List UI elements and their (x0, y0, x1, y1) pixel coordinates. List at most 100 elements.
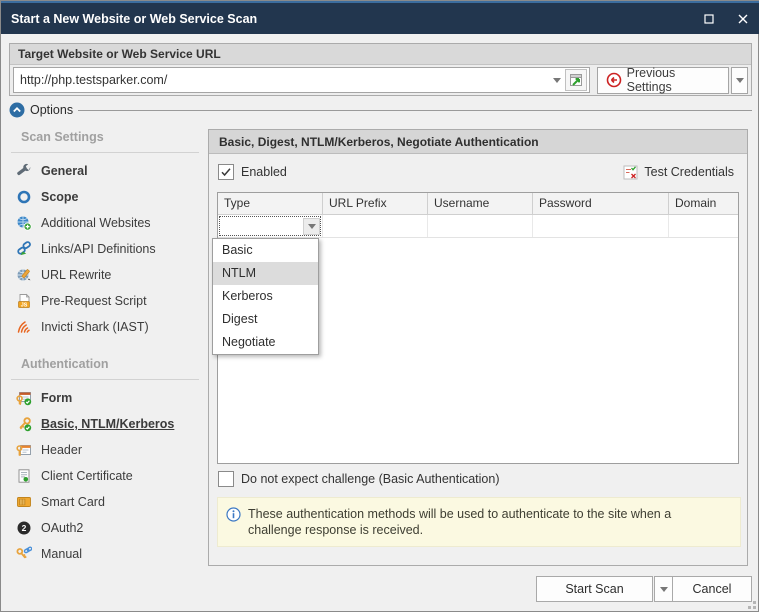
start-scan-dropdown-button[interactable] (654, 576, 673, 602)
form-key-check-icon (16, 392, 32, 406)
sidebar-item-label: URL Rewrite (41, 268, 112, 282)
column-header-password[interactable]: Password (533, 193, 669, 214)
svg-text:2: 2 (22, 523, 27, 533)
type-cell[interactable] (218, 215, 323, 237)
sidebar-item-label: Links/API Definitions (41, 242, 156, 256)
sidebar: Scan Settings General Scope Additional W… (9, 121, 201, 567)
url-prefix-cell[interactable] (323, 215, 428, 237)
sidebar-item-manual[interactable]: Manual (9, 541, 201, 567)
globe-plus-icon (17, 216, 32, 231)
close-button[interactable] (726, 3, 759, 34)
options-row: Options (9, 101, 752, 119)
target-url-input[interactable] (14, 68, 549, 92)
options-label[interactable]: Options (30, 103, 73, 117)
globe-pencil-icon (17, 269, 31, 281)
auth-panel: Basic, Digest, NTLM/Kerberos, Negotiate … (208, 129, 748, 566)
sidebar-item-label: Smart Card (41, 495, 105, 509)
chevron-down-icon (307, 223, 316, 229)
type-combobox[interactable] (218, 215, 322, 237)
key-window-icon (16, 445, 31, 456)
type-combobox-drop-button[interactable] (303, 217, 320, 235)
sidebar-item-form[interactable]: Form (9, 385, 201, 411)
test-credentials-label: Test Credentials (644, 165, 734, 179)
svg-text:JS: JS (21, 302, 28, 308)
enabled-checkbox[interactable] (218, 164, 234, 180)
sidebar-item-label: Client Certificate (41, 469, 133, 483)
titlebar: Start a New Website or Web Service Scan (1, 1, 759, 34)
sidebar-item-label: Form (41, 391, 73, 405)
type-dropdown-popup: Basic NTLM Kerberos Digest Negotiate (212, 238, 319, 355)
cancel-button[interactable]: Cancel (672, 576, 752, 602)
table-header-row: Type URL Prefix Username Password Domain (218, 193, 738, 215)
script-js-icon: JS (18, 293, 30, 308)
sidebar-item-invicti-shark[interactable]: Invicti Shark (IAST) (9, 314, 201, 340)
sidebar-item-oauth2[interactable]: 2 OAuth2 (9, 515, 201, 541)
test-credentials-button[interactable]: Test Credentials (619, 162, 738, 183)
resize-grip[interactable] (746, 599, 756, 609)
previous-settings-button[interactable]: Previous Settings (596, 66, 730, 94)
sidebar-item-header[interactable]: Header (9, 437, 201, 463)
authentication-header: Authentication (21, 357, 109, 371)
username-cell[interactable] (428, 215, 533, 237)
chevron-up-circle-icon[interactable] (9, 102, 25, 118)
password-cell[interactable] (533, 215, 669, 237)
sidebar-item-basic-ntlm-kerberos[interactable]: Basic, NTLM/Kerberos (9, 411, 201, 437)
info-box: These authentication methods will be use… (217, 497, 741, 547)
dropdown-option-kerberos[interactable]: Kerberos (213, 285, 318, 308)
challenge-checkbox[interactable] (218, 471, 234, 487)
scan-dialog: { "window": { "title": "Start a New Webs… (0, 0, 759, 612)
challenge-checkbox-label: Do not expect challenge (Basic Authentic… (241, 472, 500, 486)
column-header-domain[interactable]: Domain (669, 193, 738, 214)
sidebar-item-smart-card[interactable]: Smart Card (9, 489, 201, 515)
domain-cell[interactable] (669, 215, 738, 237)
enabled-row: Enabled Test Credentials (209, 155, 747, 189)
dropdown-option-negotiate[interactable]: Negotiate (213, 331, 318, 354)
checklist-check-x-icon (623, 165, 638, 179)
target-url-group: Target Website or Web Service URL Previo… (9, 43, 752, 96)
open-in-browser-button[interactable] (564, 69, 587, 91)
column-header-type[interactable]: Type (218, 193, 323, 214)
chevron-down-icon (659, 586, 668, 592)
sidebar-item-label: Scope (41, 190, 79, 204)
previous-settings-dropdown[interactable] (731, 66, 748, 94)
sidebar-item-general[interactable]: General (9, 158, 201, 184)
column-header-url-prefix[interactable]: URL Prefix (323, 193, 428, 214)
sidebar-item-pre-request-script[interactable]: JS Pre-Request Script (9, 288, 201, 314)
link-arrow-icon (17, 241, 31, 256)
target-url-row: Previous Settings (10, 65, 751, 95)
target-url-input-wrap (13, 67, 590, 93)
window-title: Start a New Website or Web Service Scan (11, 11, 258, 26)
dropdown-option-ntlm[interactable]: NTLM (213, 262, 318, 285)
sidebar-item-scope[interactable]: Scope (9, 184, 201, 210)
column-header-username[interactable]: Username (428, 193, 533, 214)
previous-settings-label: Previous Settings (626, 66, 676, 94)
url-history-dropdown[interactable] (549, 68, 565, 92)
key-check-icon (19, 417, 32, 432)
chevron-down-icon (735, 77, 744, 83)
wrench-icon (17, 163, 31, 176)
scan-settings-header: Scan Settings (21, 130, 104, 144)
close-icon (738, 14, 748, 23)
info-circle-icon (226, 507, 241, 522)
target-url-group-title: Target Website or Web Service URL (10, 44, 751, 65)
sidebar-item-label: Invicti Shark (IAST) (41, 320, 149, 334)
window-green-arrow-icon (569, 74, 582, 86)
maximize-button[interactable] (692, 3, 726, 34)
table-row (218, 215, 738, 238)
sidebar-item-label: Pre-Request Script (41, 294, 147, 308)
sidebar-item-label: OAuth2 (41, 521, 84, 535)
start-scan-button[interactable]: Start Scan (536, 576, 653, 602)
dropdown-option-basic[interactable]: Basic (213, 239, 318, 262)
sidebar-item-url-rewrite[interactable]: URL Rewrite (9, 262, 201, 288)
info-text: These authentication methods will be use… (248, 507, 672, 537)
key-chain-icon (16, 546, 32, 559)
sidebar-item-label: Manual (41, 547, 82, 561)
sidebar-item-label: Header (41, 443, 82, 457)
divider (11, 152, 199, 153)
dropdown-option-digest[interactable]: Digest (213, 308, 318, 331)
smart-card-icon (17, 497, 31, 507)
shark-waves-icon (17, 321, 30, 333)
sidebar-item-client-certificate[interactable]: Client Certificate (9, 463, 201, 489)
sidebar-item-additional-websites[interactable]: Additional Websites (9, 210, 201, 236)
sidebar-item-links-api-definitions[interactable]: Links/API Definitions (9, 236, 201, 262)
